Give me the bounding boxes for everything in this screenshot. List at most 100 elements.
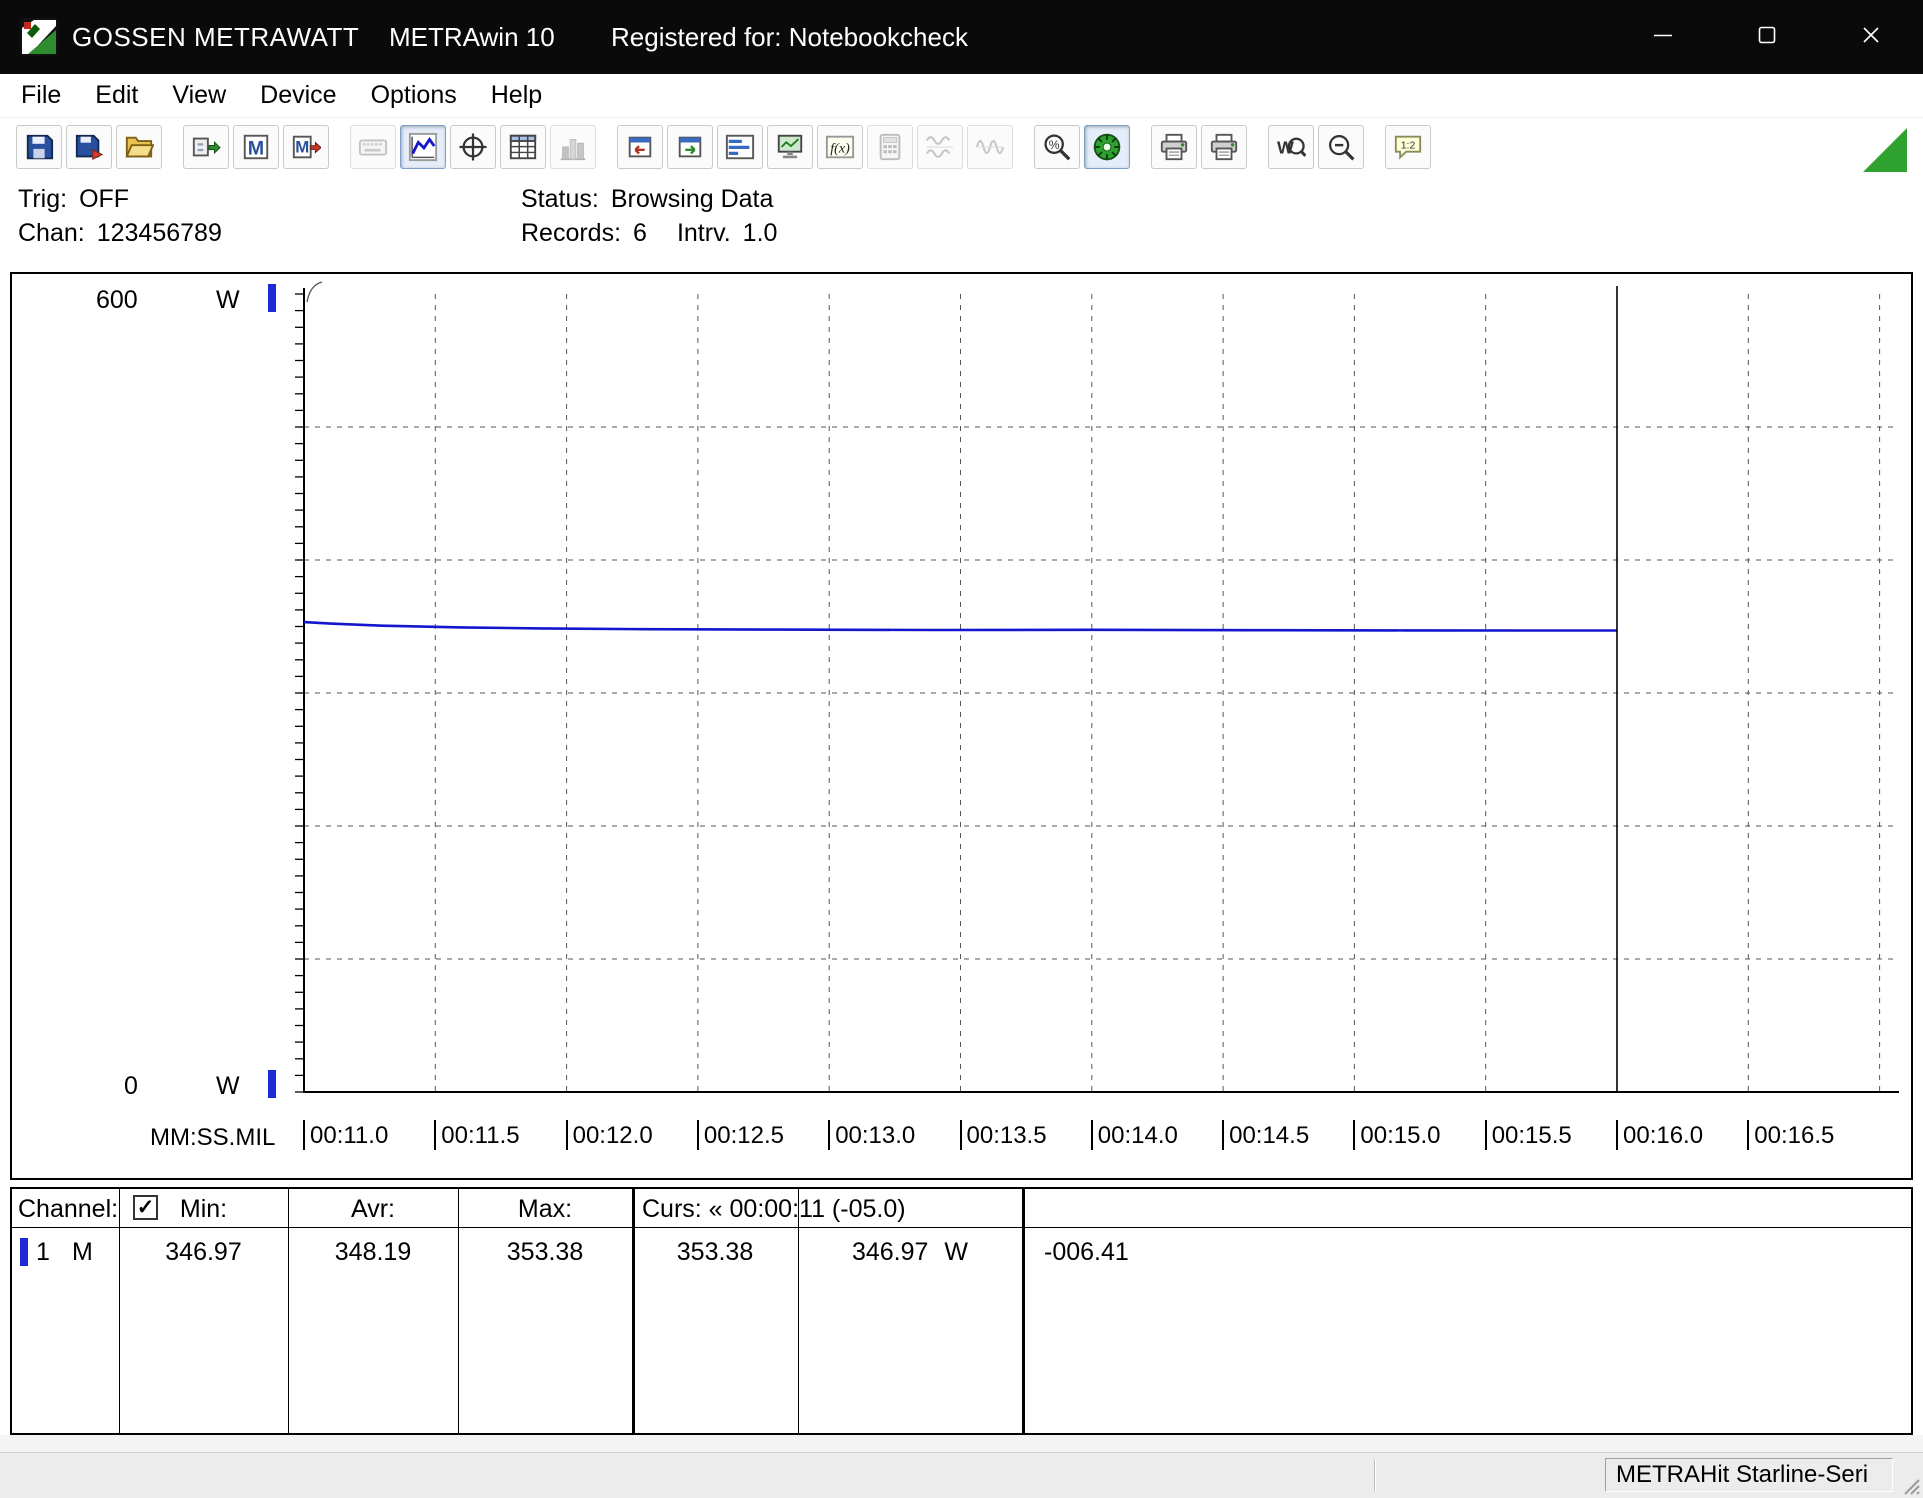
col-header-min: Min: [119,1194,288,1224]
toolbar-annotation-button[interactable]: 1:2 [1385,125,1431,169]
cursor-value-unit: W [944,1238,968,1266]
app-window: GOSSEN METRAWATT METRAwin 10 Registered … [0,0,1923,1498]
toolbar-table-view-button[interactable] [500,125,546,169]
toolbar-group: W [1268,125,1364,169]
trig-label: Trig: [18,185,67,213]
table-divider [119,1189,120,1433]
svg-text:M: M [248,138,264,160]
statusbar-divider [1374,1459,1376,1491]
menu-edit[interactable]: Edit [78,74,155,118]
table-divider [632,1189,635,1433]
x-tick-mark [697,1120,699,1150]
toolbar-timeline-view-button[interactable] [717,125,763,169]
y-max-label: 600 [96,286,138,315]
toolbar-monitor-view-button[interactable] [767,125,813,169]
toolbar-cursor-view-button[interactable] [450,125,496,169]
x-tick-mark [1485,1120,1487,1150]
svg-text:%: % [1049,138,1060,152]
x-tick-mark [566,1120,568,1150]
x-tick-mark [1616,1120,1618,1150]
x-tick-mark [303,1120,305,1150]
y-axis-channel-marker-bottom [268,1070,276,1098]
toolbar-print-button[interactable] [1151,125,1197,169]
trigger-status: Trig:OFF [18,184,129,214]
toolbar-save-button[interactable] [16,125,62,169]
keyboard-entry-icon [358,132,388,162]
menu-options[interactable]: Options [354,74,474,118]
x-tick-label: 00:15.5 [1485,1120,1572,1150]
device-name: METRAHit Starline-Seri [1616,1461,1868,1489]
menu-file[interactable]: File [4,74,78,118]
menu-device[interactable]: Device [243,74,353,118]
y-min-unit: W [216,1072,240,1101]
y-min-label: 0 [124,1072,138,1101]
toolbar-online-mode-button[interactable] [1084,125,1130,169]
toolbar-save-as-button[interactable] [66,125,112,169]
brand-title: GOSSEN METRAWATT [72,0,359,74]
x-tick-label: 00:14.0 [1091,1120,1178,1150]
svg-text:1:2: 1:2 [1401,139,1416,151]
app-logo-icon [20,18,58,56]
status-label: Status: [521,185,599,213]
status-value: Browsing Data [611,185,774,213]
channel-mode: M [72,1237,93,1267]
registration-text: Registered for: Notebookcheck [611,0,968,74]
zoom-amplitude-icon: W [1276,132,1306,162]
x-tick-text: 00:15.0 [1360,1122,1440,1150]
export-data-icon [191,132,221,162]
channel-status: Chan:123456789 [18,218,222,248]
device-status-panel: METRAHit Starline-Seri [1605,1458,1893,1492]
x-tick-mark [960,1120,962,1150]
menu-help[interactable]: Help [474,74,559,118]
maximize-icon [1755,23,1779,52]
minimize-icon [1651,23,1675,52]
titlebar: GOSSEN METRAWATT METRAwin 10 Registered … [0,0,1923,74]
toolbar: MMf(x)%W1:2 [0,118,1923,176]
toolbar-curve-view-button[interactable] [400,125,446,169]
toolbar-group [16,125,162,169]
minimize-button[interactable] [1611,0,1715,74]
close-button[interactable] [1819,0,1923,74]
x-tick-label: 00:11.5 [434,1120,519,1150]
online-mode-icon [1092,132,1122,162]
toolbar-next-window-button[interactable] [667,125,713,169]
toolbar-zoom-amplitude-button[interactable]: W [1268,125,1314,169]
toolbar-open-button[interactable] [116,125,162,169]
toolbar-zoom-time-button[interactable] [1318,125,1364,169]
x-tick-text: 00:15.5 [1492,1122,1572,1150]
resize-grip[interactable] [1897,1472,1921,1496]
x-tick-text: 00:13.0 [835,1122,915,1150]
x-tick-mark [1091,1120,1093,1150]
x-tick-mark [434,1120,436,1150]
chart-canvas[interactable] [12,274,1911,1178]
cursor-delta: -006.41 [1044,1237,1129,1267]
menu-view[interactable]: View [155,74,243,118]
annotation-icon: 1:2 [1393,132,1423,162]
toolbar-print-preview-button[interactable] [1201,125,1247,169]
maximize-button[interactable] [1715,0,1819,74]
envelope-icon [975,132,1005,162]
x-tick-label: 00:12.5 [697,1120,784,1150]
channel-number: 1 [36,1237,50,1267]
window-controls [1611,0,1923,74]
toolbar-group: MM [183,125,329,169]
toolbar-zoom-fit-button[interactable]: % [1034,125,1080,169]
x-tick-text: 00:16.0 [1623,1122,1703,1150]
x-tick-mark [1353,1120,1355,1150]
value-avr: 348.19 [288,1237,458,1267]
x-tick-label: 00:12.0 [566,1120,653,1150]
toolbar-envelope-button [967,125,1013,169]
x-tick-label: 00:11.0 [303,1120,388,1150]
toolbar-memory-readout-button[interactable]: M [283,125,329,169]
print-preview-icon [1209,132,1239,162]
toolbar-prev-window-button[interactable] [617,125,663,169]
toolbar-device-memory-button[interactable]: M [233,125,279,169]
cursor-value-1: 353.38 [632,1237,798,1267]
toolbar-corner-triangle [1863,128,1907,172]
toolbar-calculator-button [867,125,913,169]
calculator-icon [875,132,905,162]
toolbar-export-data-button[interactable] [183,125,229,169]
split-channels-icon [925,132,955,162]
x-tick-text: 00:12.0 [573,1122,653,1150]
toolbar-formula-button[interactable]: f(x) [817,125,863,169]
